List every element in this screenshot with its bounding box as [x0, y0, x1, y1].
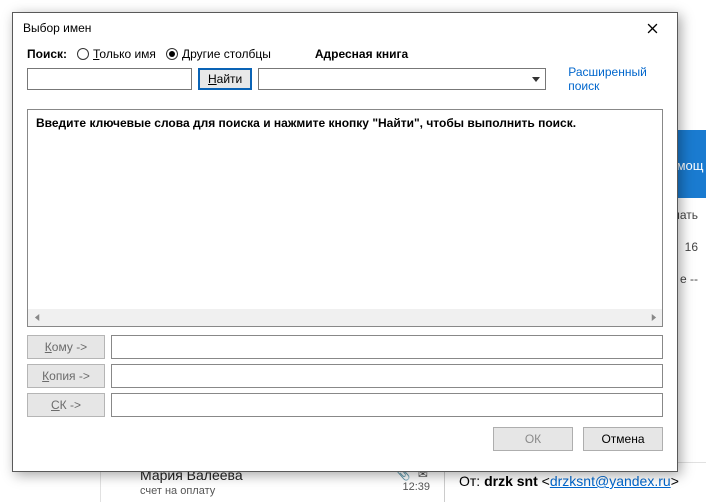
radio-name-only-label: Только имя — [93, 47, 156, 61]
from-label: От: — [459, 473, 480, 489]
results-hint: Введите ключевые слова для поиска и нажм… — [36, 116, 654, 130]
search-input-row: Найти Расширенный поиск — [27, 65, 663, 93]
app-stage: Помощ лать 16 е -- Мария Валеева счет на… — [0, 0, 706, 502]
dialog-body: Поиск: Только имя Другие столбцы Адресна… — [13, 43, 677, 471]
chevron-down-icon — [527, 69, 545, 89]
close-icon — [647, 23, 658, 34]
search-input[interactable] — [27, 68, 192, 90]
to-row: Кому -> — [27, 335, 663, 359]
select-names-dialog: Выбор имен Поиск: Только имя Другие стол… — [12, 12, 678, 472]
titlebar: Выбор имен — [13, 13, 677, 43]
bg-panel-text-2: 16 — [685, 240, 698, 254]
cc-row: Копия -> — [27, 364, 663, 388]
to-button[interactable]: Кому -> — [27, 335, 105, 359]
radio-other-columns-label: Другие столбцы — [182, 47, 271, 61]
bcc-button[interactable]: СК -> — [27, 393, 105, 417]
cc-button[interactable]: Копия -> — [27, 364, 105, 388]
results-hscrollbar[interactable] — [28, 309, 662, 326]
from-email-link[interactable]: drzksnt@yandex.ru — [550, 473, 671, 489]
cancel-button[interactable]: Отмена — [583, 427, 663, 451]
address-book-combo[interactable] — [258, 68, 546, 90]
email-subject: счет на оплату — [140, 485, 370, 497]
from-lt: < — [542, 473, 550, 489]
recipients-block: Кому -> Копия -> СК -> — [27, 335, 663, 417]
to-input[interactable] — [111, 335, 663, 359]
find-button[interactable]: Найти — [198, 68, 252, 90]
search-label: Поиск: — [27, 47, 67, 61]
scroll-right-icon — [646, 311, 660, 325]
results-list: Введите ключевые слова для поиска и нажм… — [27, 109, 663, 327]
advanced-search-link[interactable]: Расширенный поиск — [568, 65, 663, 93]
from-gt: > — [671, 473, 679, 489]
bcc-input[interactable] — [111, 393, 663, 417]
bg-panel-text-3: е -- — [680, 272, 698, 286]
search-label-row: Поиск: Только имя Другие столбцы Адресна… — [27, 47, 663, 61]
dialog-title: Выбор имен — [23, 21, 91, 35]
radio-name-only[interactable]: Только имя — [77, 47, 156, 61]
scroll-left-icon — [30, 311, 44, 325]
ok-button[interactable]: ОК — [493, 427, 573, 451]
radio-other-columns[interactable]: Другие столбцы — [166, 47, 271, 61]
close-button[interactable] — [635, 16, 669, 40]
radio-other-columns-dot — [166, 48, 178, 60]
from-name: drzk snt — [484, 473, 538, 489]
cc-input[interactable] — [111, 364, 663, 388]
dialog-footer: ОК Отмена — [27, 427, 663, 451]
bcc-row: СК -> — [27, 393, 663, 417]
radio-name-only-dot — [77, 48, 89, 60]
email-time: 12:39 — [370, 481, 430, 493]
address-book-label: Адресная книга — [315, 47, 408, 61]
